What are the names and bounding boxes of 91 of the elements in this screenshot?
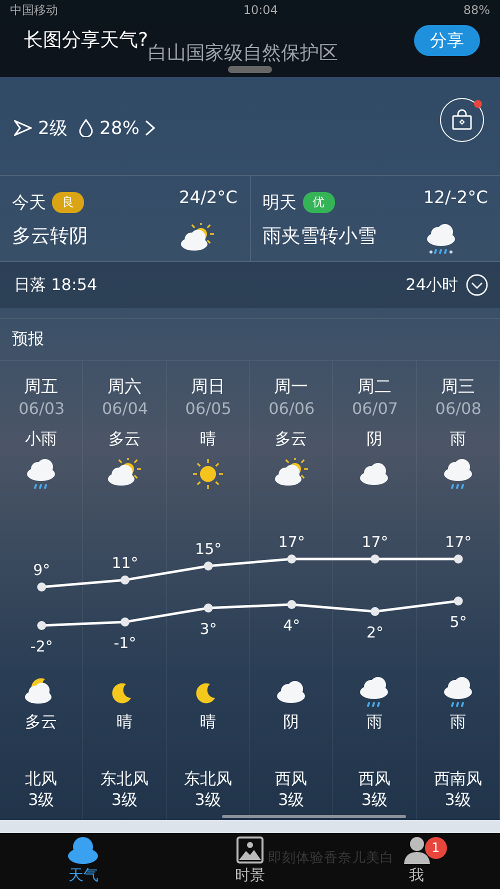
chevron-down-circle-icon [466,274,488,296]
location-title: 白山国家级自然保护区 [148,41,338,66]
temperature-point [204,562,213,570]
weekday: 周日 [190,376,225,395]
wind-icon [14,120,32,136]
temperature-point [370,554,380,564]
day-label: 明天 [262,192,296,214]
day-weather: 晴 [200,429,216,450]
temperature-label: 15° [195,540,222,558]
temperature-label: 9° [33,561,50,579]
temperature-label: 17° [362,533,388,551]
day-weather: 阴 [366,429,382,450]
weekday: 周三 [440,376,475,395]
tab-item[interactable]: 时景 [228,833,272,889]
temperature-point [37,621,46,630]
temperature-point [454,596,463,606]
wind-direction: 西风 [358,769,390,790]
temperature-point [287,554,296,564]
temperature-range: 12/-2°C [423,188,488,210]
humidity-drop-icon [79,119,94,137]
day-weather: 多云 [275,429,308,450]
weekday: 周六 [107,376,142,395]
night-weather: 阴 [283,712,300,733]
temperature-point [370,607,380,616]
notification-badge: 1 [424,837,447,859]
humidity-value: 28% [99,118,140,138]
battery-text: 88% [463,3,490,17]
temperature-point [287,600,296,609]
day-label: 今天 [12,192,46,214]
hourly-toggle[interactable]: 24小时 [406,274,488,296]
air-quality-tag: 优 [302,192,334,213]
weekday: 周五 [24,376,58,395]
wind-level: 2级 [38,117,68,140]
night-weather: 雨 [366,712,382,733]
date: 06/05 [185,399,232,418]
night-weather: 晴 [116,712,132,733]
day-weather: 多云 [108,429,140,450]
night-weather: 晴 [200,712,216,733]
tab-item[interactable]: 天气 [61,833,106,889]
shop-button[interactable] [440,98,484,142]
night-weather: 雨 [450,712,466,733]
temperature-label: 3° [200,620,217,638]
wind-direction: 北风 [25,769,58,790]
temperature-point [120,576,130,584]
forecast-title: 预报 [12,329,44,350]
drag-handle[interactable] [228,66,272,73]
wind-direction: 东北风 [100,769,148,790]
date: 06/07 [352,399,398,418]
wind-level: 3级 [194,790,221,811]
chevron-right-icon[interactable] [145,120,156,136]
temperature-point [204,604,213,612]
weekday: 周二 [357,376,392,395]
temperature-point [120,618,130,626]
person-icon [402,836,431,864]
temperature-label: 5° [450,613,467,631]
shopping-bag-icon [451,109,473,131]
wind-level: 3级 [111,790,138,811]
wind-level: 3级 [444,790,471,811]
date: 06/08 [435,399,482,418]
date: 06/03 [18,399,65,418]
wind-level: 3级 [361,790,388,811]
air-quality-tag: 良 [52,192,84,213]
cloud-icon [66,836,100,864]
temperature-label: 4° [283,616,300,634]
sunset-time: 日落 18:54 [14,274,98,296]
temperature-label: 17° [445,533,472,551]
photo-icon [236,836,264,864]
temperature-point [454,554,463,564]
wind-level: 3级 [278,790,304,811]
night-weather: 多云 [25,712,58,733]
weekday: 周一 [274,376,308,395]
clock-text: 10:04 [243,3,278,17]
temperature-label: 11° [112,554,138,572]
weather-description: 多云转阴 [12,224,89,249]
wind-direction: 东北风 [184,769,232,790]
day-weather: 雨 [450,429,466,450]
share-prompt: 长图分享天气? [24,28,148,53]
temperature-label: 2° [366,624,384,642]
date: 06/04 [102,399,148,418]
day-weather: 小雨 [25,429,58,450]
temperature-label: -2° [30,638,53,656]
wind-direction: 西风 [275,769,308,790]
carrier-text: 中国移动 [10,2,58,18]
date: 06/06 [268,399,315,418]
temperature-label: 17° [278,533,305,551]
weather-description: 雨夹雪转小雪 [262,224,378,249]
temperature-point [37,582,46,592]
temperature-label: -1° [114,634,136,652]
wind-level: 3级 [28,790,54,811]
wind-direction: 西南风 [434,769,482,790]
temperature-range: 24/2°C [178,188,238,210]
